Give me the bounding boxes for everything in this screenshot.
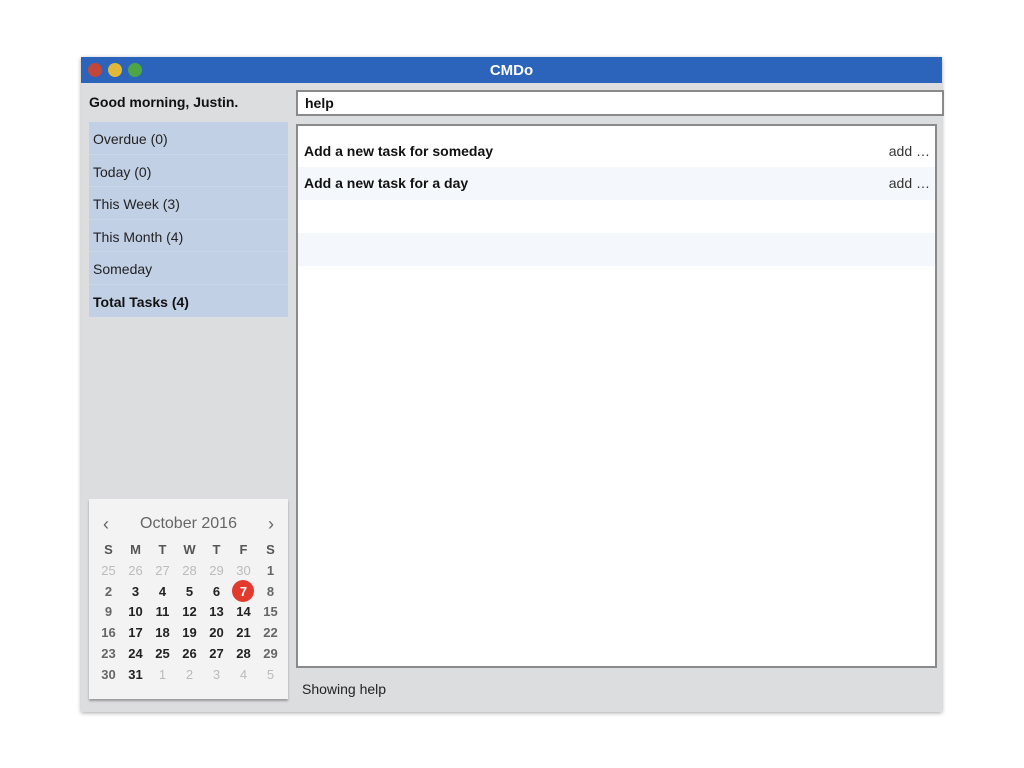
calendar-day[interactable]: 31 [122, 664, 149, 685]
calendar-day[interactable]: 17 [122, 622, 149, 643]
weekday-label: W [183, 542, 196, 557]
calendar-day[interactable]: 8 [257, 581, 284, 602]
calendar-day[interactable]: 4 [230, 664, 257, 685]
minimize-button[interactable] [108, 63, 122, 77]
calendar-grid: S M T W T F S 25 26 27 28 29 30 1 2 3 4 5 6 7 8 9 10 11 12 13 14 15… [95, 539, 288, 685]
window-title: CMDo [489, 62, 534, 79]
calendar-month: October 2016 [140, 515, 237, 532]
calendar-day[interactable]: 25 [149, 643, 176, 664]
calendar-day[interactable]: 23 [95, 643, 122, 664]
calendar-day[interactable]: 14 [230, 601, 257, 622]
weekday-label: T [212, 542, 221, 557]
calendar-day[interactable]: 30 [230, 560, 257, 581]
empty-row [298, 200, 935, 233]
calendar-day[interactable]: 16 [95, 622, 122, 643]
sidebar-item-overdue[interactable]: Overdue (0) [89, 122, 288, 155]
calendar-day[interactable]: 13 [203, 601, 230, 622]
calendar-day[interactable]: 5 [176, 581, 203, 602]
app-window: CMDo Good morning, Justin. help Overdue … [81, 57, 944, 712]
sidebar-item-total[interactable]: Total Tasks (4) [89, 285, 288, 318]
calendar-day[interactable]: 30 [95, 664, 122, 685]
calendar-day[interactable]: 27 [149, 560, 176, 581]
sidebar-item-this-week[interactable]: This Week (3) [89, 187, 288, 220]
sidebar: Overdue (0) Today (0) This Week (3) This… [89, 122, 288, 317]
calendar-day[interactable]: 2 [95, 581, 122, 602]
calendar-day[interactable]: 26 [122, 560, 149, 581]
calendar-day[interactable]: 29 [203, 560, 230, 581]
calendar-day[interactable]: 28 [176, 560, 203, 581]
next-month-button[interactable]: › [268, 499, 274, 549]
empty-row [298, 233, 935, 266]
calendar-day[interactable]: 3 [203, 664, 230, 685]
calendar-day[interactable]: 10 [122, 601, 149, 622]
weekday-label: F [239, 542, 248, 557]
sidebar-item-today[interactable]: Today (0) [89, 155, 288, 187]
calendar-day[interactable]: 26 [176, 643, 203, 664]
calendar-day[interactable]: 2 [176, 664, 203, 685]
calendar: ‹ October 2016 › S M T W T F S 25 26 27 28 29 30 1 2 3 4… [89, 499, 288, 699]
calendar-day[interactable]: 9 [95, 601, 122, 622]
item-name: Add a new task for a day [304, 175, 469, 191]
calendar-day[interactable]: 4 [149, 581, 176, 602]
calendar-day[interactable]: 18 [149, 622, 176, 643]
calendar-day[interactable]: 25 [95, 560, 122, 581]
calendar-day[interactable]: 28 [230, 643, 257, 664]
weekday-label: T [158, 542, 167, 557]
weekday-label: M [130, 542, 141, 557]
calendar-day[interactable]: 3 [122, 581, 149, 602]
sidebar-item-this-month[interactable]: This Month (4) [89, 220, 288, 252]
calendar-day[interactable]: 1 [257, 560, 284, 581]
status-text: Showing help [302, 681, 387, 697]
calendar-today[interactable]: 7 [230, 579, 257, 602]
task-list: Add a new task for someday add … Add a ne… [296, 124, 937, 668]
calendar-day[interactable]: 20 [203, 622, 230, 643]
calendar-day[interactable]: 12 [176, 601, 203, 622]
prev-month-button[interactable]: ‹ [103, 499, 109, 549]
calendar-day[interactable]: 6 [203, 581, 230, 602]
calendar-day[interactable]: 11 [149, 601, 176, 622]
calendar-day[interactable]: 19 [176, 622, 203, 643]
zoom-button[interactable] [128, 63, 142, 77]
item-command: add … [888, 175, 930, 191]
command-input[interactable]: help [296, 90, 944, 116]
calendar-day[interactable]: 15 [257, 601, 284, 622]
sidebar-item-someday[interactable]: Someday [89, 252, 288, 285]
title-bar: CMDo [81, 57, 942, 83]
calendar-day[interactable]: 24 [122, 643, 149, 664]
calendar-day[interactable]: 5 [257, 664, 284, 685]
calendar-day[interactable]: 22 [257, 622, 284, 643]
calendar-day[interactable]: 21 [230, 622, 257, 643]
calendar-day[interactable]: 29 [257, 643, 284, 664]
list-item[interactable]: Add a new task for someday add … [298, 126, 935, 167]
close-button[interactable] [88, 63, 102, 77]
calendar-day[interactable]: 27 [203, 643, 230, 664]
greeting: Good morning, Justin. [89, 94, 239, 110]
list-item[interactable]: Add a new task for a day add … [298, 167, 935, 200]
calendar-day[interactable]: 1 [149, 664, 176, 685]
